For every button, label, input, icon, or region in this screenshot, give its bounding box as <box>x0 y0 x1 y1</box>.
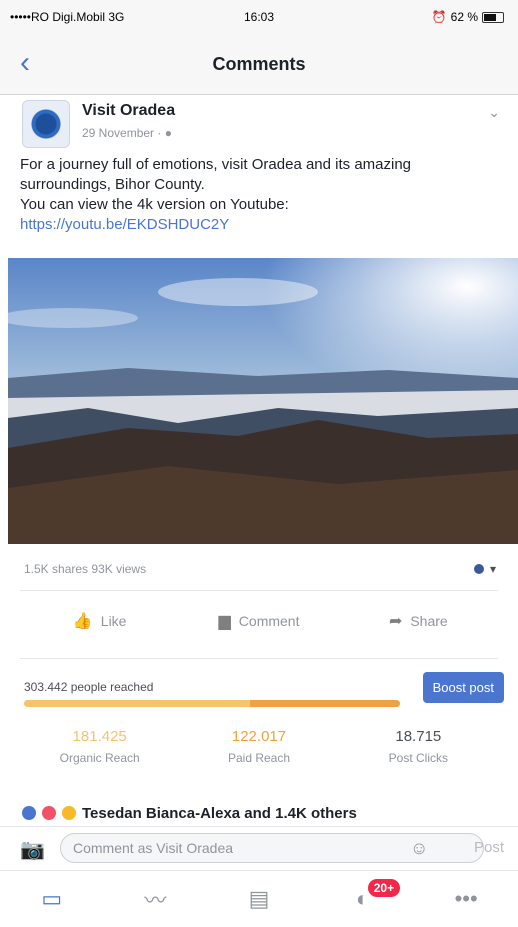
camera-icon[interactable]: 📷 <box>20 837 45 862</box>
like-button[interactable]: 👍 Like <box>20 594 179 648</box>
share-button[interactable]: ➦ Share <box>339 594 498 648</box>
battery-percent: 62 % <box>450 10 478 24</box>
like-label: Like <box>100 613 127 629</box>
post-date: 29 November · ● <box>82 126 172 140</box>
wow-reaction-icon <box>62 806 76 820</box>
post-clicks-value: 18.715 <box>395 728 442 745</box>
alarm-icon: ⏰ <box>431 10 447 24</box>
more-icon: ••• <box>454 886 478 911</box>
audience-selector[interactable]: ▾ <box>473 562 496 576</box>
divider <box>20 590 498 591</box>
love-reaction-icon <box>42 806 56 820</box>
video-thumbnail[interactable] <box>8 258 518 544</box>
divider <box>20 658 498 659</box>
post-message: For a journey full of emotions, visit Or… <box>20 155 500 235</box>
line-chart-icon: 〰 <box>144 888 167 913</box>
organic-reach-metric: 181.425 Organic Reach <box>20 728 179 765</box>
tab-more[interactable]: ••• <box>414 871 518 927</box>
paid-reach-fill <box>249 700 400 707</box>
shares-count[interactable]: 1.5K shares <box>24 562 88 576</box>
page-name[interactable]: Visit Oradea <box>82 102 175 120</box>
page-icon: ▭ <box>41 886 63 911</box>
notification-badge: 20+ <box>367 879 401 897</box>
status-bar: •••••RO Digi.Mobil 3G 16:03 ⏰ 62 % <box>0 0 518 34</box>
boost-post-button[interactable]: Boost post <box>422 672 504 703</box>
organic-reach-fill <box>24 700 250 707</box>
emoji-icon[interactable]: ☺ <box>410 838 428 859</box>
insight-metrics: 181.425 Organic Reach 122.017 Paid Reach… <box>20 728 498 765</box>
reach-progress-bar <box>24 700 400 707</box>
navigation-bar: ‹ Comments <box>0 34 518 95</box>
comment-label: Comment <box>238 613 300 629</box>
chevron-down-icon[interactable]: ⌄ <box>488 104 500 121</box>
comment-composer: 📷 ☺ Post <box>0 826 518 871</box>
like-reaction-icon <box>22 806 36 820</box>
post-button[interactable]: Post <box>474 839 504 856</box>
insights-panel: 303.442 people reached Boost post <box>24 672 504 707</box>
post-clicks-label: Post Clicks <box>388 751 448 765</box>
share-arrow-icon: ➦ <box>388 613 403 630</box>
tab-page[interactable]: ▭ <box>0 871 104 927</box>
audience-icon <box>473 564 484 574</box>
reactions-summary[interactable]: Tesedan Bianca-Alexa and 1.4K others <box>22 802 502 824</box>
paid-reach-metric: 122.017 Paid Reach <box>179 728 338 765</box>
speech-bubble-icon: ▆ <box>218 613 231 630</box>
share-view-stats: 1.5K shares 93K views <box>24 562 146 576</box>
paid-reach-value: 122.017 <box>231 728 287 745</box>
views-count: 93K views <box>91 562 147 576</box>
post-text-1: For a journey full of emotions, visit Or… <box>20 156 412 193</box>
paid-reach-label: Paid Reach <box>227 751 291 765</box>
tab-messages[interactable]: ◐ 20+ <box>311 871 415 927</box>
post-clicks-metric: 18.715 Post Clicks <box>339 728 498 765</box>
battery-icon <box>482 11 504 23</box>
chevron-down-icon: ▾ <box>489 562 496 576</box>
page-title: Comments <box>212 54 306 74</box>
page-avatar[interactable] <box>22 100 70 148</box>
globe-icon: ● <box>164 126 172 140</box>
comment-button[interactable]: ▆ Comment <box>179 594 338 648</box>
reactions-text: Tesedan Bianca-Alexa and 1.4K others <box>82 804 357 822</box>
tab-insights[interactable]: 〰 <box>104 871 208 927</box>
tab-notifications[interactable]: ▤ <box>207 871 311 927</box>
share-label: Share <box>410 613 448 629</box>
youtube-link[interactable]: https://youtu.be/EKDSHDUC2Y <box>20 216 229 233</box>
thumbs-up-icon: 👍 <box>72 613 93 630</box>
notifications-icon: ▤ <box>248 886 270 911</box>
action-bar: 👍 Like ▆ Comment ➦ Share <box>20 594 498 648</box>
bottom-tab-bar: ▭ 〰 ▤ ◐ 20+ ••• <box>0 870 518 927</box>
post-date-text: 29 November · <box>82 126 165 140</box>
landscape-image <box>8 258 518 544</box>
post-text-2: You can view the 4k version on Youtube: <box>20 196 289 213</box>
post-header: Visit Oradea 29 November · ● ⌄ <box>20 98 500 150</box>
status-right: ⏰ 62 % <box>432 10 504 24</box>
organic-reach-label: Organic Reach <box>59 751 140 765</box>
organic-reach-value: 181.425 <box>72 728 127 745</box>
